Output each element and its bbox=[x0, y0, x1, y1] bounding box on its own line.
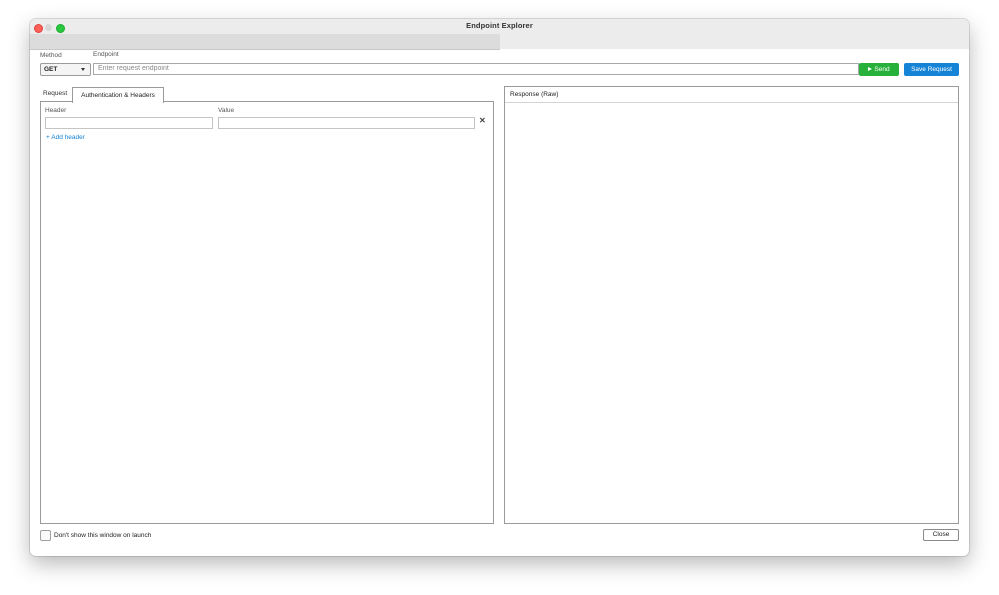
headers-panel bbox=[40, 101, 494, 524]
remove-header-icon[interactable]: ✕ bbox=[479, 116, 486, 125]
add-header-link[interactable]: + Add header bbox=[46, 134, 85, 141]
close-button[interactable]: Close bbox=[923, 529, 959, 541]
endpoint-label: Endpoint bbox=[93, 51, 119, 58]
send-button-label: Send bbox=[874, 66, 890, 73]
endpoint-explorer-window: Endpoint Explorer Method Endpoint GET Se… bbox=[30, 19, 969, 556]
save-request-button[interactable]: Save Request bbox=[904, 63, 959, 76]
play-icon bbox=[868, 66, 873, 71]
header-value-input[interactable] bbox=[218, 117, 475, 129]
endpoint-input[interactable] bbox=[93, 63, 859, 75]
dont-show-label: Don't show this window on launch bbox=[54, 532, 152, 539]
chevron-down-icon bbox=[81, 68, 85, 71]
method-select-value: GET bbox=[44, 66, 58, 73]
method-select[interactable]: GET bbox=[40, 63, 91, 76]
value-column-label: Value bbox=[218, 107, 235, 114]
tab-authentication-headers[interactable]: Authentication & Headers bbox=[72, 87, 164, 103]
window-tab-strip bbox=[30, 34, 500, 50]
tab-request[interactable]: Request bbox=[43, 90, 67, 97]
header-column-label: Header bbox=[45, 107, 67, 114]
send-button[interactable]: Send bbox=[859, 63, 899, 76]
dont-show-checkbox[interactable] bbox=[40, 530, 51, 541]
response-panel-title: Response (Raw) bbox=[505, 87, 958, 103]
response-panel: Response (Raw) bbox=[504, 86, 959, 524]
header-name-input[interactable] bbox=[45, 117, 213, 129]
window-title: Endpoint Explorer bbox=[466, 21, 533, 30]
method-label: Method bbox=[40, 52, 62, 59]
